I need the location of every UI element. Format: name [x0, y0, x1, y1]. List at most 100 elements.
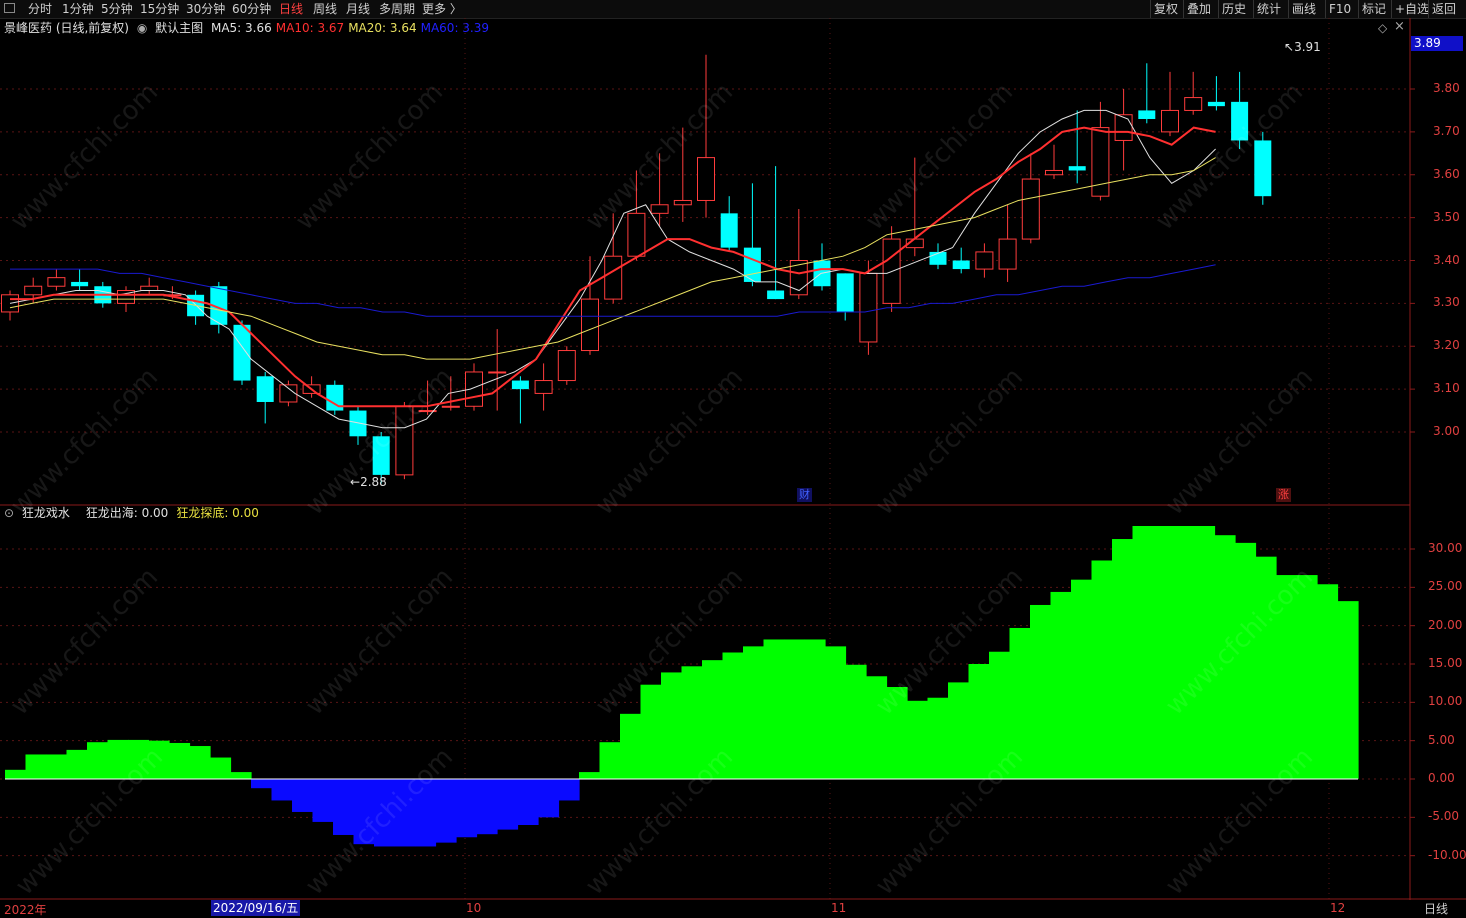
osc-bar — [25, 754, 47, 779]
osc-axis-label: 10.00 — [1428, 694, 1463, 709]
candle-body — [441, 405, 460, 408]
osc-bar — [271, 779, 293, 801]
osc-axis-label: -5.00 — [1428, 809, 1460, 824]
event-limit-up-marker[interactable]: 涨 — [1276, 488, 1291, 502]
osc-bar — [948, 682, 970, 779]
osc-bar — [927, 697, 949, 779]
osc-axis-label: 15.00 — [1428, 656, 1463, 670]
low-price-annotation: ←2.88 — [350, 475, 387, 489]
osc-bar — [579, 772, 601, 779]
osc-axis-label: 5.00 — [1428, 732, 1455, 747]
price-axis-label: 3.50 — [1433, 209, 1460, 224]
candle-body — [24, 285, 43, 296]
osc-bar — [87, 742, 109, 779]
selected-date: 2022/09/16/五 — [211, 900, 301, 916]
osc-bar — [230, 772, 252, 779]
osc-bar — [169, 742, 191, 779]
osc-bar — [1132, 526, 1154, 779]
osc-axis-label: 25.00 — [1428, 579, 1463, 594]
osc-bar — [661, 672, 683, 779]
candle-body — [1068, 166, 1086, 171]
candlesticks — [1, 54, 1272, 484]
osc-bar — [435, 779, 457, 843]
candle-body — [1138, 110, 1156, 120]
candle-body — [256, 376, 274, 402]
osc-bar — [333, 779, 355, 835]
price-axis-label: 3.80 — [1433, 81, 1460, 95]
osc-bar — [46, 754, 68, 779]
price-axis-label: 3.00 — [1433, 424, 1460, 438]
low-price-value: 2.88 — [360, 475, 387, 489]
price-axis-label: 3.10 — [1433, 381, 1460, 396]
osc-bar — [210, 757, 232, 779]
osc-bar — [784, 639, 806, 779]
osc-bar — [804, 639, 826, 779]
candle-body — [488, 371, 507, 374]
osc-bar — [251, 779, 273, 789]
osc-bar — [743, 646, 765, 779]
price-axis-label: 3.60 — [1433, 166, 1460, 181]
candle-body — [47, 277, 66, 287]
osc-axis-label: -10.00 — [1428, 847, 1466, 862]
candle-body — [975, 251, 994, 270]
osc-bar — [66, 749, 88, 779]
candle-body — [627, 212, 646, 257]
candle-body — [233, 324, 251, 381]
price-axis-label: 3.20 — [1433, 338, 1460, 353]
osc-axis-label: 30.00 — [1428, 541, 1463, 555]
osc-bar — [1071, 579, 1093, 779]
osc-bar — [640, 684, 662, 779]
x-label-month-10: 10 — [466, 901, 482, 915]
candle-body — [604, 255, 623, 300]
candle-body — [140, 285, 159, 292]
osc-bar — [312, 779, 334, 822]
osc-bar — [1030, 604, 1052, 779]
event-finance-marker[interactable]: 财 — [797, 488, 812, 502]
high-price-value: 3.91 — [1294, 40, 1321, 54]
osc-bar — [476, 779, 498, 835]
osc-axis-label: 20.00 — [1428, 617, 1463, 632]
candle-body — [697, 157, 715, 201]
osc-bar — [456, 779, 478, 838]
price-axis-label: 3.70 — [1433, 123, 1460, 138]
candle-body — [650, 204, 669, 214]
osc-bar — [558, 779, 580, 801]
candle-body — [557, 350, 576, 382]
osc-bar — [5, 769, 27, 779]
osc-bar — [292, 779, 314, 812]
candle-body — [1114, 114, 1133, 141]
candle-body — [767, 290, 785, 300]
osc-bar — [599, 742, 621, 779]
osc-bar — [1173, 526, 1195, 779]
candle-body — [1045, 169, 1063, 176]
osc-bar — [1112, 539, 1134, 779]
osc-bar — [189, 746, 211, 779]
candle-body — [581, 298, 599, 352]
osc-bar — [1317, 584, 1339, 779]
candle-body — [1161, 109, 1179, 133]
osc-bar — [1153, 526, 1175, 779]
x-label-year: 2022年 — [4, 903, 47, 917]
candle-body — [511, 380, 529, 390]
candle-body — [952, 260, 970, 270]
osc-bar — [538, 779, 560, 818]
candle-body — [673, 199, 692, 206]
osc-bar — [825, 646, 847, 779]
osc-bar — [1091, 560, 1113, 779]
candle-body — [859, 272, 878, 343]
candle-body — [534, 380, 553, 394]
candle-body — [998, 238, 1017, 270]
period-indicator[interactable]: 日线 — [1424, 900, 1448, 917]
high-price-annotation: ↖3.91 — [1284, 40, 1321, 54]
osc-bar — [845, 664, 867, 779]
x-label-month-11: 11 — [831, 901, 847, 915]
osc-bar — [763, 639, 785, 779]
candle-body — [929, 251, 947, 265]
candle-body — [1184, 97, 1203, 111]
candle-body — [349, 410, 367, 437]
candle-body — [1207, 101, 1225, 107]
osc-bar — [1050, 591, 1072, 779]
candle-body — [71, 281, 89, 287]
osc-bar — [1337, 601, 1359, 779]
price-axis-label: 3.30 — [1433, 295, 1460, 310]
